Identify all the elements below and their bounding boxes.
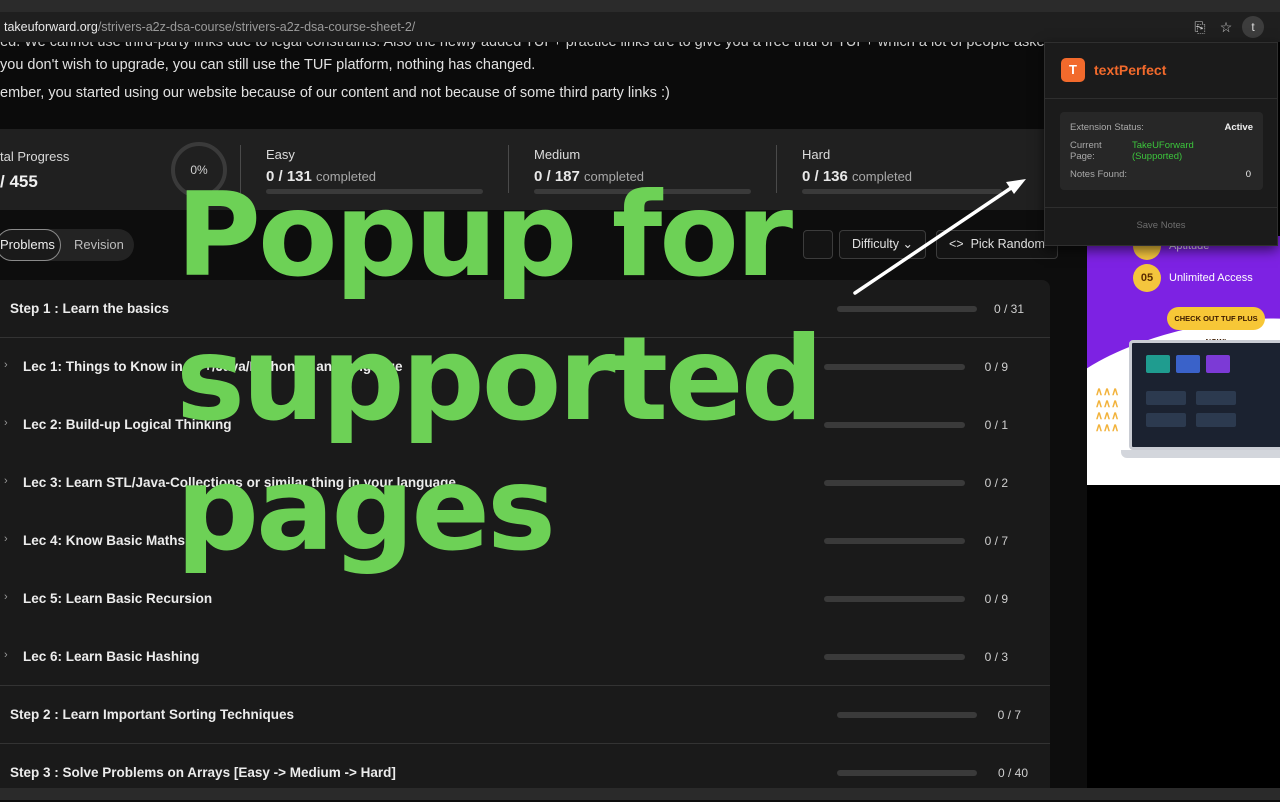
pointer-arrow-icon <box>853 179 1026 295</box>
arrow-head <box>1006 179 1026 194</box>
arrow-shaft <box>853 184 1016 295</box>
browser-bottom-strip <box>0 788 1280 800</box>
